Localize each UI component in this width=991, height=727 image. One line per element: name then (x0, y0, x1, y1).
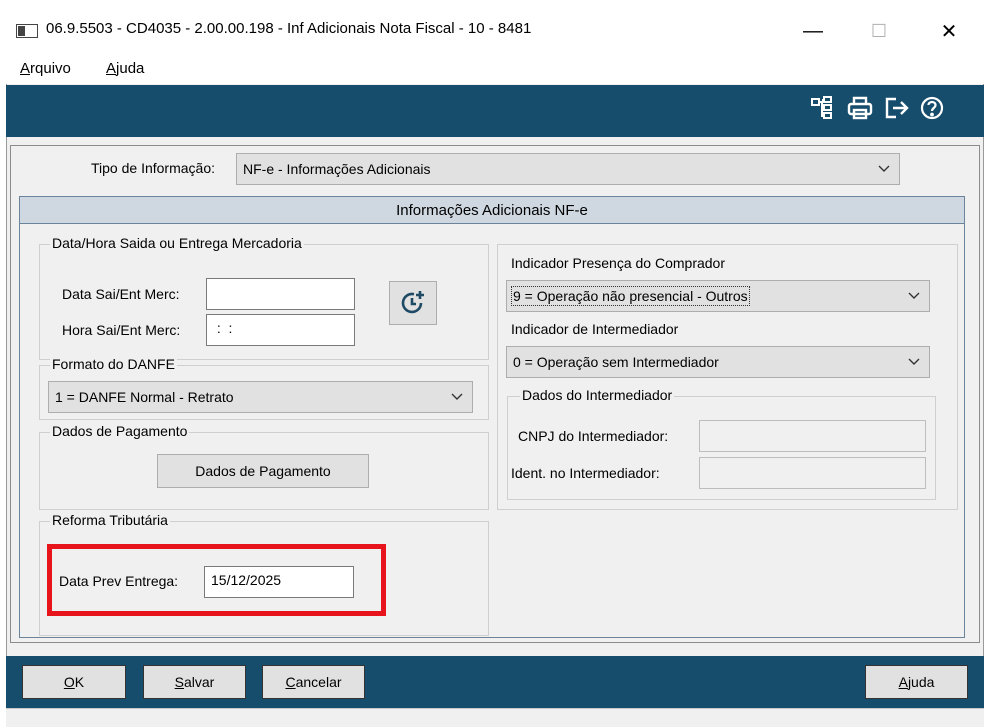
data-sai-ent-label: Data Sai/Ent Merc: (62, 286, 180, 302)
data-prev-entrega-input[interactable]: 15/12/2025 (204, 566, 354, 598)
chevron-down-icon (908, 358, 920, 365)
printer-icon[interactable] (846, 94, 874, 122)
cancelar-button-label: Cancelar (285, 674, 342, 690)
menu-arquivo[interactable]: Arquivo (20, 60, 71, 77)
panel-title: Informações Adicionais NF-e (19, 196, 965, 224)
intermediador-value: 0 = Operação sem Intermediador (513, 354, 719, 370)
data-prev-entrega-label: Data Prev Entrega: (59, 573, 179, 589)
toolbar (6, 85, 984, 137)
chevron-down-icon (908, 292, 920, 299)
clock-plus-icon (401, 291, 424, 314)
cnpj-intermediador-input[interactable] (699, 420, 926, 452)
app-icon (16, 24, 38, 38)
presenca-value: 9 = Operação não presencial - Outros (511, 286, 750, 306)
cancelar-button[interactable]: Cancelar (262, 665, 365, 699)
intermediador-label: Indicador de Intermediador (511, 321, 679, 337)
tipo-informacao-label: Tipo de Informação: (91, 160, 215, 176)
data-sai-ent-input[interactable] (206, 278, 355, 310)
menu-ajuda[interactable]: Ajuda (106, 60, 144, 77)
close-button[interactable]: ✕ (926, 14, 972, 48)
ok-button-label: OK (63, 674, 85, 690)
hora-sai-ent-label: Hora Sai/Ent Merc: (62, 322, 181, 338)
presenca-select[interactable]: 9 = Operação não presencial - Outros (506, 280, 930, 312)
data-hora-legend: Data/Hora Saida ou Entrega Mercadoria (50, 235, 304, 251)
maximize-button[interactable]: ☐ (856, 14, 902, 48)
help-icon[interactable] (918, 94, 946, 122)
chevron-down-icon (878, 165, 890, 172)
ajuda-button-label: Ajuda (898, 674, 935, 690)
cnpj-intermediador-label: CNPJ do Intermediador: (518, 428, 669, 444)
dados-pagamento-legend: Dados de Pagamento (50, 423, 190, 439)
salvar-button-label: Salvar (174, 674, 215, 690)
intermediador-select[interactable]: 0 = Operação sem Intermediador (506, 346, 930, 378)
tree-structure-icon[interactable] (808, 94, 836, 122)
ok-button[interactable]: OK (22, 665, 126, 699)
formato-danfe-legend: Formato do DANFE (50, 356, 177, 372)
menu-bar (6, 56, 984, 84)
window-title: 06.9.5503 - CD4035 - 2.00.00.198 - Inf A… (46, 20, 532, 37)
tipo-informacao-value: NF-e - Informações Adicionais (243, 161, 431, 177)
dados-pagamento-button[interactable]: Dados de Pagamento (157, 454, 369, 488)
chevron-down-icon (451, 393, 463, 400)
status-bar (6, 708, 984, 727)
reforma-tributaria-legend: Reforma Tributária (50, 512, 170, 528)
formato-danfe-value: 1 = DANFE Normal - Retrato (55, 389, 234, 405)
minimize-button[interactable]: — (790, 14, 836, 48)
ident-intermediador-input[interactable] (699, 457, 926, 489)
ajuda-button[interactable]: Ajuda (865, 665, 968, 699)
tipo-informacao-select[interactable]: NF-e - Informações Adicionais (236, 153, 900, 185)
clock-button[interactable] (389, 281, 437, 325)
ident-intermediador-label: Ident. no Intermediador: (511, 465, 660, 481)
formato-danfe-select[interactable]: 1 = DANFE Normal - Retrato (48, 381, 473, 413)
presenca-label: Indicador Presença do Comprador (511, 255, 726, 271)
exit-icon[interactable] (882, 94, 910, 122)
hora-sai-ent-input[interactable]: : : (206, 314, 355, 346)
salvar-button[interactable]: Salvar (143, 665, 246, 699)
dados-intermediador-legend: Dados do Intermediador (520, 387, 675, 403)
